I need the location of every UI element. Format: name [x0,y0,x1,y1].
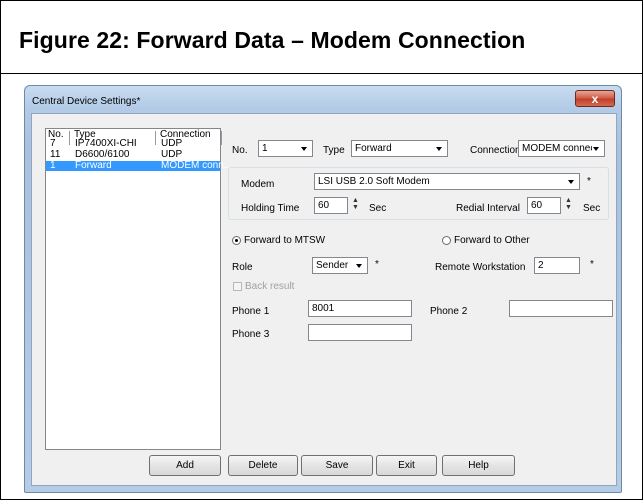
row-type: Forward [75,160,112,171]
row-no: 7 [50,138,56,149]
type-select[interactable]: Forward [351,140,448,157]
chevron-down-icon [564,175,578,188]
holding-time-label: Holding Time [241,203,300,214]
row-no: 11 [50,149,61,160]
save-button[interactable]: Save [301,455,373,476]
chevron-down-icon [589,142,603,155]
holding-time-field[interactable]: 60 [314,197,348,214]
modem-select[interactable]: LSI USB 2.0 Soft Modem [314,173,580,190]
phone-3-field[interactable] [308,324,412,341]
row-connection: UDP [161,149,183,160]
row-type: IP7400XI-CHI [75,138,137,149]
figure-frame: Figure 22: Forward Data – Modem Connecti… [0,0,643,500]
no-select[interactable]: 1 [258,140,313,157]
list-item[interactable]: 7 IP7400XI-CHI UDP [46,139,220,149]
dialog-client-area: No. Type Connection 7 IP7400XI-CHI UDP 1… [31,113,617,486]
close-button[interactable]: x [575,90,615,107]
holding-time-unit: Sec [369,203,387,214]
row-no: 1 [50,160,56,171]
connection-select[interactable]: MODEM connec [518,140,605,157]
delete-button[interactable]: Delete [228,455,298,476]
no-label: No. [232,145,248,156]
device-list[interactable]: No. Type Connection 7 IP7400XI-CHI UDP 1… [45,128,232,450]
chevron-down-icon [297,142,311,155]
row-connection: UDP [161,138,183,149]
forward-to-mtsw-radio[interactable] [232,236,241,245]
figure-title-bar: Figure 22: Forward Data – Modem Connecti… [1,1,642,74]
window-title: Central Device Settings* [32,96,141,107]
forward-to-other-radio[interactable] [442,236,451,245]
forward-to-other-label[interactable]: Forward to Other [454,235,530,246]
modem-label: Modem [241,179,275,190]
type-label: Type [323,145,345,156]
redial-interval-spinner[interactable]: ▲ ▼ [563,197,574,214]
row-connection: MODEM conn... [161,160,233,171]
modem-required-mark: * [587,176,591,187]
role-select[interactable]: Sender [312,257,368,274]
add-button[interactable]: Add [149,455,221,476]
remote-required-mark: * [590,259,594,270]
back-result-checkbox[interactable] [233,282,242,291]
forward-to-mtsw-label[interactable]: Forward to MTSW [244,235,325,246]
phone-1-label: Phone 1 [232,306,270,317]
redial-interval-label: Redial Interval [456,203,520,214]
exit-button[interactable]: Exit [376,455,437,476]
role-required-mark: * [375,259,379,270]
help-button[interactable]: Help [442,455,515,476]
phone-2-label: Phone 2 [430,306,468,317]
figure-title: Figure 22: Forward Data – Modem Connecti… [19,27,526,53]
holding-time-spinner[interactable]: ▲ ▼ [350,197,361,214]
remote-workstation-label: Remote Workstation [435,262,526,273]
list-item[interactable]: 11 D6600/6100 UDP [46,150,220,160]
row-type: D6600/6100 [75,149,130,160]
redial-interval-field[interactable]: 60 [527,197,561,214]
list-item-selected[interactable]: 1 Forward MODEM conn... [46,160,232,171]
chevron-down-icon [352,259,366,272]
chevron-down-icon [432,142,446,155]
remote-workstation-field[interactable]: 2 [534,257,580,274]
redial-interval-unit: Sec [583,203,601,214]
back-result-label: Back result [245,281,295,292]
phone-2-field[interactable] [509,300,613,317]
role-label: Role [232,262,253,273]
dialog-window: Central Device Settings* x No. Type Conn… [24,85,622,493]
connection-label: Connection [470,145,521,156]
close-icon: x [591,91,599,106]
phone-1-field[interactable]: 8001 [308,300,412,317]
phone-3-label: Phone 3 [232,329,270,340]
